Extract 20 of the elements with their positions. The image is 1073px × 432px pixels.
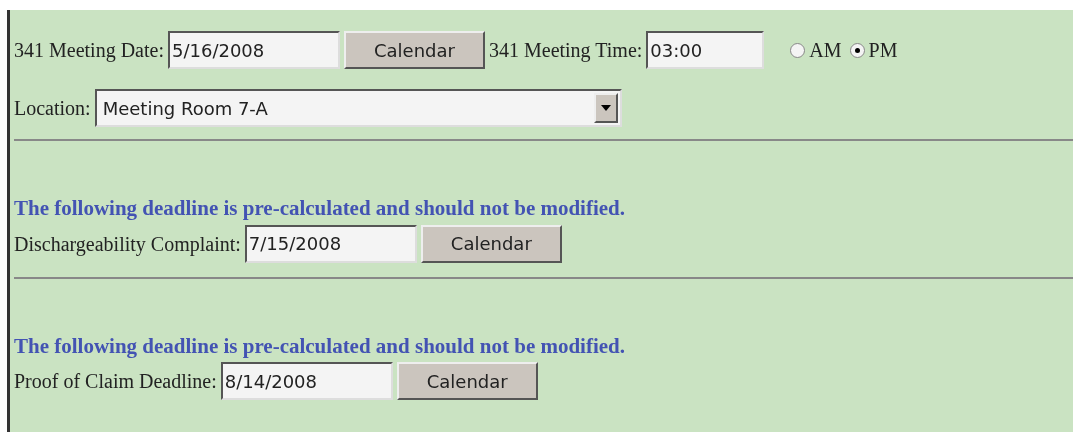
radio-label: PM xyxy=(868,38,898,63)
date-field[interactable]: 7/15/2008 xyxy=(244,224,417,263)
dropdown-arrow-icon xyxy=(600,105,611,111)
field-label: 341 Meeting Time: xyxy=(488,38,643,64)
calendar-button[interactable]: Calendar xyxy=(396,362,538,400)
field-label: Dischargeability Complaint: xyxy=(14,231,241,258)
time-field[interactable]: 03:00 xyxy=(646,31,765,69)
calendar-button[interactable]: Calendar xyxy=(343,31,485,69)
field-label: Proof of Claim Deadline: xyxy=(14,369,217,394)
field-label: Location: xyxy=(14,96,91,121)
notice-text: The following deadline is pre-calculated and should not be modified. xyxy=(14,195,627,222)
calendar-button[interactable]: Calendar xyxy=(420,224,562,263)
notice-text: The following deadline is pre-calculated and should not be modified. xyxy=(14,332,627,360)
radio-button[interactable] xyxy=(849,42,865,58)
date-field[interactable]: 8/14/2008 xyxy=(220,362,393,400)
radio-label: AM xyxy=(809,38,842,63)
date-field[interactable]: 5/16/2008 xyxy=(167,31,340,69)
radio-button[interactable] xyxy=(790,42,806,58)
location-dropdown[interactable]: Meeting Room 7-A xyxy=(94,89,622,127)
field-label: 341 Meeting Date: xyxy=(14,38,164,64)
